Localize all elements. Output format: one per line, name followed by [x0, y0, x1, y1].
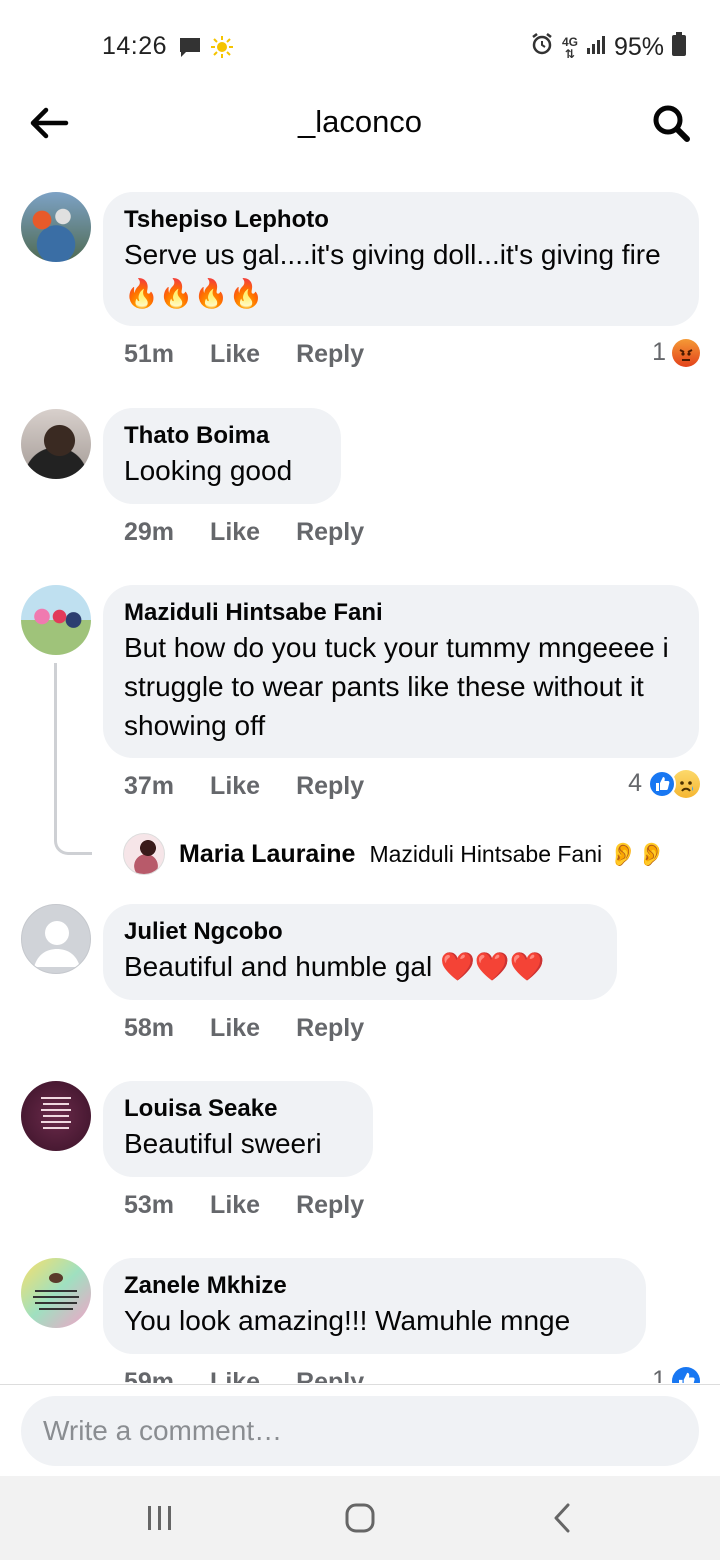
comment-bubble[interactable]: Juliet Ngcobo Beautiful and humble gal ❤… [103, 904, 617, 1000]
comment-author[interactable]: Thato Boima [124, 421, 319, 451]
like-button[interactable]: Like [210, 1014, 260, 1043]
reply-text: Maziduli Hintsabe Fani 👂👂 [369, 840, 666, 867]
alarm-icon [530, 32, 554, 63]
like-button[interactable]: Like [210, 518, 260, 547]
comment-text: You look amazing!!! Wamuhle mnge [124, 1305, 571, 1336]
reply-button[interactable]: Reply [296, 1014, 364, 1043]
avatar[interactable] [21, 904, 91, 974]
comment-actions: 29m Like Reply [124, 518, 364, 547]
status-bar: 14:26 4G ⇅ 95% [0, 0, 720, 92]
comment-actions: 58m Like Reply [124, 1014, 364, 1043]
chevron-left-icon [554, 1503, 570, 1533]
comment-bubble[interactable]: Louisa Seake Beautiful sweeri [103, 1081, 373, 1177]
comment-time: 53m [124, 1191, 175, 1219]
avatar[interactable] [123, 833, 165, 875]
like-button[interactable]: Like [210, 340, 260, 369]
comment-actions: 59m Like Reply [124, 1368, 364, 1383]
reply-button[interactable]: Reply [296, 518, 364, 547]
message-icon [178, 36, 202, 63]
weather-sun-icon [210, 35, 234, 64]
header: _laconco [0, 92, 720, 154]
comment-text: Looking good [124, 455, 293, 486]
comment-actions: 51m Like Reply [124, 340, 364, 369]
reaction-count: 4 [628, 769, 642, 797]
status-right: 4G ⇅ 95% [530, 32, 686, 63]
like-reaction-icon [672, 1366, 700, 1383]
comment-bubble[interactable]: Thato Boima Looking good [103, 408, 341, 504]
back-nav-button[interactable] [543, 1498, 583, 1538]
sad-reaction-icon [672, 769, 700, 798]
avatar[interactable] [21, 1258, 91, 1328]
quote-image-icon [33, 1273, 79, 1310]
comment-composer [0, 1384, 720, 1476]
status-time: 14:26 [102, 32, 168, 60]
battery-icon [672, 32, 686, 63]
comment-time: 29m [124, 518, 175, 546]
comment-time: 37m [124, 772, 175, 800]
reaction-count: 1 [652, 1366, 666, 1383]
system-navbar [0, 1476, 720, 1560]
comment-bubble[interactable]: Tshepiso Lephoto Serve us gal....it's gi… [103, 192, 699, 326]
quote-image-icon [41, 1097, 71, 1129]
comment-author[interactable]: Tshepiso Lephoto [124, 205, 677, 235]
comment-author[interactable]: Louisa Seake [124, 1094, 351, 1124]
reply-preview[interactable]: Maria Lauraine Maziduli Hintsabe Fani 👂👂 [123, 833, 666, 875]
avatar[interactable] [21, 1081, 91, 1151]
comment-author[interactable]: Zanele Mkhize [124, 1271, 624, 1301]
default-avatar-icon [34, 921, 80, 967]
network-type: 4G [561, 34, 578, 49]
comment-time: 59m [124, 1368, 175, 1383]
reply-button[interactable]: Reply [296, 1368, 364, 1383]
comment-author[interactable]: Maziduli Hintsabe Fani [124, 598, 677, 628]
reply-author[interactable]: Maria Lauraine [179, 840, 355, 869]
battery-percent: 95% [613, 33, 664, 61]
search-icon [653, 105, 690, 142]
comment-author[interactable]: Juliet Ngcobo [124, 917, 595, 947]
like-button[interactable]: Like [210, 1368, 260, 1383]
reply-thread-line [54, 663, 92, 855]
reaction-summary[interactable]: 1 [652, 1366, 700, 1383]
signal-icon [586, 33, 606, 62]
avatar[interactable] [21, 409, 91, 479]
angry-reaction-icon [672, 338, 700, 367]
comment-actions: 53m Like Reply [124, 1191, 364, 1220]
reply-button[interactable]: Reply [296, 772, 364, 801]
like-reaction-icon [648, 769, 676, 798]
reply-button[interactable]: Reply [296, 1191, 364, 1220]
comment-text: But how do you tuck your tummy mngeeee i… [124, 632, 669, 741]
avatar[interactable] [21, 192, 91, 262]
comment-time: 58m [124, 1014, 175, 1042]
like-button[interactable]: Like [210, 772, 260, 801]
avatar[interactable] [21, 585, 91, 655]
comment-actions: 37m Like Reply [124, 772, 364, 801]
page-title: _laconco [297, 104, 423, 139]
comment-time: 51m [124, 340, 175, 368]
home-icon [345, 1503, 375, 1533]
comment-text: Serve us gal....it's giving doll...it's … [124, 239, 661, 309]
reaction-summary[interactable]: 1 [652, 338, 700, 367]
comments-list: Tshepiso Lephoto Serve us gal....it's gi… [0, 185, 720, 1383]
comment-bubble[interactable]: Maziduli Hintsabe Fani But how do you tu… [103, 585, 699, 758]
like-button[interactable]: Like [210, 1191, 260, 1220]
recent-apps-button[interactable] [140, 1498, 180, 1538]
reaction-summary[interactable]: 4 [628, 769, 700, 798]
reply-button[interactable]: Reply [296, 340, 364, 369]
search-button[interactable] [650, 102, 692, 144]
recent-apps-icon [148, 1506, 171, 1530]
comment-bubble[interactable]: Zanele Mkhize You look amazing!!! Wamuhl… [103, 1258, 646, 1354]
reaction-count: 1 [652, 338, 666, 366]
comment-text: Beautiful and humble gal ❤️❤️❤️ [124, 951, 545, 982]
comment-input[interactable] [21, 1396, 699, 1466]
network-4g-icon: 4G ⇅ [561, 34, 578, 61]
comment-text: Beautiful sweeri [124, 1128, 322, 1159]
home-button[interactable] [340, 1498, 380, 1538]
